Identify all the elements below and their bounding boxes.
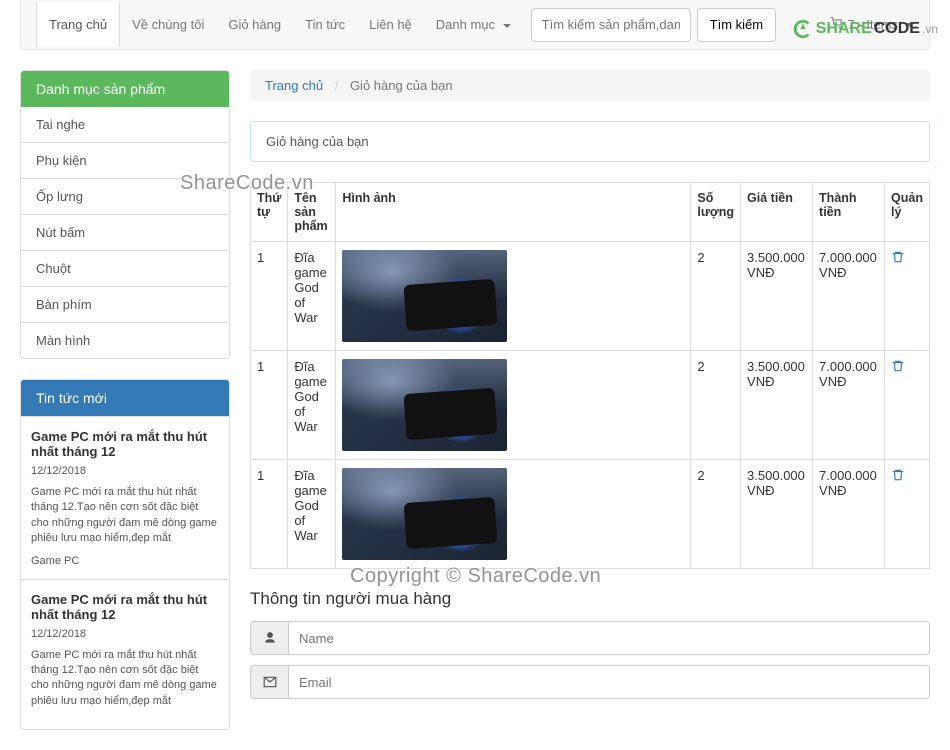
cell-index: 1 bbox=[251, 351, 288, 460]
category-panel: Danh mục sản phẩm Tai nghe Phụ kiện Ốp l… bbox=[20, 70, 230, 359]
nav-contact[interactable]: Liên hệ bbox=[357, 2, 424, 47]
user-icon bbox=[250, 621, 288, 655]
cell-name: Đĩa game God of War bbox=[288, 351, 336, 460]
nav-home[interactable]: Trang chủ bbox=[36, 2, 120, 47]
th-total: Thành tiền bbox=[813, 183, 885, 242]
cell-index: 1 bbox=[251, 460, 288, 569]
sidebar-cat-nut-bam[interactable]: Nút bấm bbox=[21, 214, 229, 250]
cell-total: 7.000.000 VNĐ bbox=[813, 460, 885, 569]
cell-qty: 2 bbox=[691, 351, 741, 460]
nav-cart[interactable]: Giỏ hàng bbox=[216, 2, 293, 47]
trash-icon[interactable] bbox=[891, 359, 905, 376]
cell-name: Đĩa game God of War bbox=[288, 460, 336, 569]
email-field[interactable] bbox=[288, 665, 930, 699]
th-index: Thứ tự bbox=[251, 183, 288, 242]
news-panel: Tin tức mới Game PC mới ra mắt thu hút n… bbox=[20, 379, 230, 730]
search-button[interactable]: Tìm kiếm bbox=[697, 8, 776, 42]
cell-name: Đĩa game God of War bbox=[288, 242, 336, 351]
cell-price: 3.500.000 VNĐ bbox=[741, 460, 813, 569]
breadcrumb-home[interactable]: Trang chủ bbox=[265, 78, 323, 93]
cell-image bbox=[336, 351, 691, 460]
email-input-group bbox=[250, 665, 930, 699]
cart-table: Thứ tự Tên sản phẩm Hình ảnh Số lượng Gi… bbox=[250, 182, 930, 569]
name-input-group bbox=[250, 621, 930, 655]
news-title: Game PC mới ra mắt thu hút nhất tháng 12 bbox=[31, 592, 219, 622]
news-item[interactable]: Game PC mới ra mắt thu hút nhất tháng 12… bbox=[21, 579, 229, 730]
nav-menu: Trang chủ Về chúng tôi Giỏ hàng Tin tức … bbox=[36, 2, 523, 47]
sidebar-cat-phu-kien[interactable]: Phụ kiện bbox=[21, 142, 229, 178]
name-field[interactable] bbox=[288, 621, 930, 655]
cell-manage bbox=[885, 460, 930, 569]
news-date: 12/12/2018 bbox=[31, 465, 219, 477]
cell-qty: 2 bbox=[691, 242, 741, 351]
cell-total: 7.000.000 VNĐ bbox=[813, 351, 885, 460]
category-panel-title: Danh mục sản phẩm bbox=[21, 71, 229, 107]
cell-image bbox=[336, 242, 691, 351]
news-panel-title: Tin tức mới bbox=[21, 380, 229, 416]
chevron-down-icon bbox=[503, 24, 511, 28]
cell-total: 7.000.000 VNĐ bbox=[813, 242, 885, 351]
news-item[interactable]: Game PC mới ra mắt thu hút nhất tháng 12… bbox=[21, 416, 229, 579]
news-title: Game PC mới ra mắt thu hút nhất tháng 12 bbox=[31, 429, 219, 459]
th-name: Tên sản phẩm bbox=[288, 183, 336, 242]
table-row: 1Đĩa game God of War 23.500.000 VNĐ7.000.… bbox=[251, 242, 930, 351]
sidebar-cat-man-hinh[interactable]: Màn hình bbox=[21, 322, 229, 358]
news-excerpt: Game PC mới ra mắt thu hút nhất tháng 12… bbox=[31, 485, 219, 547]
breadcrumb: Trang chủ / Giỏ hàng của bạn bbox=[250, 70, 930, 101]
table-row: 1Đĩa game God of War 23.500.000 VNĐ7.000.… bbox=[251, 460, 930, 569]
th-qty: Số lượng bbox=[691, 183, 741, 242]
breadcrumb-current: Giỏ hàng của bạn bbox=[350, 78, 453, 93]
product-image bbox=[342, 359, 507, 451]
cart-title-box: Giỏ hàng của bạn bbox=[250, 121, 930, 162]
sidebar-cat-ban-phim[interactable]: Bàn phím bbox=[21, 286, 229, 322]
th-image: Hình ảnh bbox=[336, 183, 691, 242]
sidebar-cat-chuot[interactable]: Chuột bbox=[21, 250, 229, 286]
cell-manage bbox=[885, 351, 930, 460]
buyer-info-heading: Thông tin người mua hàng bbox=[250, 589, 930, 609]
logo: SHARECODE.vn bbox=[792, 18, 938, 40]
table-row: 1Đĩa game God of War 23.500.000 VNĐ7.000.… bbox=[251, 351, 930, 460]
product-image bbox=[342, 250, 507, 342]
nav-about[interactable]: Về chúng tôi bbox=[120, 2, 216, 47]
th-price: Giá tiền bbox=[741, 183, 813, 242]
cell-qty: 2 bbox=[691, 460, 741, 569]
sidebar-cat-op-lung[interactable]: Ốp lưng bbox=[21, 178, 229, 214]
news-category: Game PC bbox=[31, 555, 219, 567]
product-image bbox=[342, 468, 507, 560]
trash-icon[interactable] bbox=[891, 250, 905, 267]
cell-index: 1 bbox=[251, 242, 288, 351]
th-manage: Quản lý bbox=[885, 183, 930, 242]
search-input[interactable] bbox=[531, 8, 691, 42]
nav-category-dropdown[interactable]: Danh mục bbox=[424, 2, 523, 47]
trash-icon[interactable] bbox=[891, 468, 905, 485]
envelope-icon bbox=[250, 665, 288, 699]
news-excerpt: Game PC mới ra mắt thu hút nhất tháng 12… bbox=[31, 648, 219, 710]
sidebar-cat-tai-nghe[interactable]: Tai nghe bbox=[21, 107, 229, 142]
cell-image bbox=[336, 460, 691, 569]
search-form: Tìm kiếm bbox=[531, 8, 776, 42]
news-date: 12/12/2018 bbox=[31, 628, 219, 640]
nav-news[interactable]: Tin tức bbox=[293, 2, 357, 47]
cell-price: 3.500.000 VNĐ bbox=[741, 351, 813, 460]
cell-price: 3.500.000 VNĐ bbox=[741, 242, 813, 351]
cell-manage bbox=[885, 242, 930, 351]
